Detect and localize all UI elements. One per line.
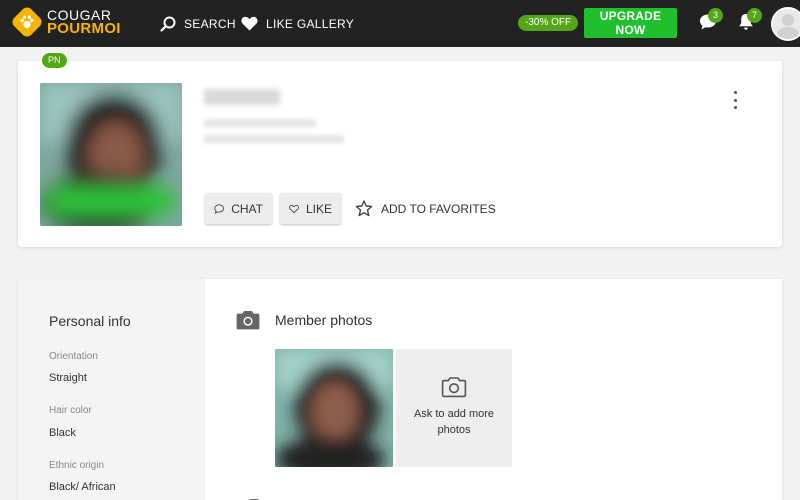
profile-status-badge: PN bbox=[42, 53, 67, 68]
hair-color-label: Hair color bbox=[49, 405, 92, 416]
section-icon-partial bbox=[242, 494, 266, 500]
like-button[interactable]: LIKE bbox=[280, 193, 341, 224]
heart-outline-icon bbox=[289, 204, 299, 213]
ask-more-photos-label: Ask to add more photos bbox=[413, 408, 495, 436]
nav-search[interactable]: SEARCH bbox=[160, 0, 236, 47]
add-to-favorites-label: ADD TO FAVORITES bbox=[381, 201, 496, 216]
orientation-value: Straight bbox=[49, 372, 87, 384]
messages-count-badge: 3 bbox=[708, 8, 723, 23]
nav-search-label: SEARCH bbox=[184, 16, 236, 31]
profile-photo[interactable] bbox=[40, 83, 182, 226]
chat-button[interactable]: CHAT bbox=[205, 193, 272, 224]
chat-bubble-outline-icon bbox=[214, 203, 224, 214]
ask-more-photos-button[interactable]: Ask to add more photos bbox=[396, 349, 512, 467]
camera-icon bbox=[236, 311, 260, 330]
star-outline-icon bbox=[355, 200, 373, 217]
blurred-detail-line bbox=[204, 119, 316, 127]
nav-like-gallery-label: LIKE GALLERY bbox=[266, 16, 355, 31]
blurred-username bbox=[204, 89, 280, 105]
orientation-label: Orientation bbox=[49, 351, 98, 362]
add-to-favorites-button[interactable]: ADD TO FAVORITES bbox=[355, 193, 496, 224]
hair-color-value: Black bbox=[49, 427, 76, 439]
user-silhouette-icon bbox=[776, 14, 800, 39]
ethnic-origin-label: Ethnic origin bbox=[49, 460, 105, 471]
chat-button-label: CHAT bbox=[231, 201, 263, 216]
top-navigation-bar: COUGAR POURMOI SEARCH LIKE GALLERY -30% … bbox=[0, 0, 800, 47]
profile-card: CHAT LIKE ADD TO FAVORITES bbox=[18, 61, 782, 247]
upgrade-now-button[interactable]: UPGRADE NOW bbox=[584, 8, 677, 38]
member-photos-title: Member photos bbox=[275, 312, 373, 328]
more-options-icon[interactable] bbox=[730, 91, 740, 109]
logo-text-line2: POURMOI bbox=[47, 20, 121, 37]
heart-icon bbox=[241, 16, 258, 31]
personal-info-panel: Personal info Orientation Straight Hair … bbox=[18, 279, 205, 500]
nav-like-gallery[interactable]: LIKE GALLERY bbox=[241, 0, 354, 47]
blurred-detail-line bbox=[204, 135, 344, 143]
profile-details-card: Personal info Orientation Straight Hair … bbox=[18, 279, 782, 500]
notifications-count-badge: 7 bbox=[747, 8, 762, 23]
ethnic-origin-value: Black/ African bbox=[49, 481, 116, 493]
like-button-label: LIKE bbox=[305, 201, 332, 216]
site-logo[interactable]: COUGAR POURMOI bbox=[10, 5, 121, 39]
user-avatar[interactable] bbox=[771, 7, 800, 41]
camera-outline-icon bbox=[441, 377, 467, 398]
discount-badge[interactable]: -30% OFF bbox=[518, 15, 579, 31]
paw-icon bbox=[10, 5, 44, 39]
search-icon bbox=[160, 16, 176, 32]
personal-info-title: Personal info bbox=[49, 313, 131, 329]
member-photos-header: Member photos bbox=[236, 310, 372, 330]
member-photo-thumbnail[interactable] bbox=[275, 349, 393, 467]
